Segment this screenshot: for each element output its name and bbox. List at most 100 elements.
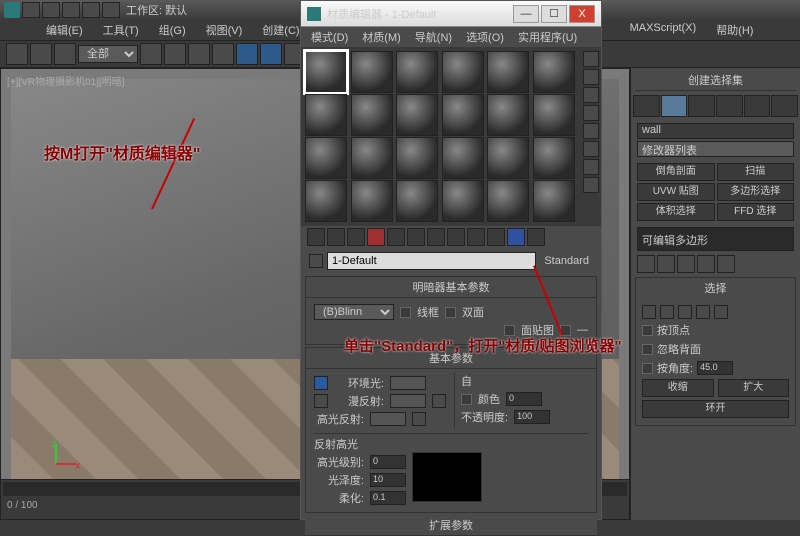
unique-button[interactable] [677,255,695,273]
open-button[interactable] [42,2,60,18]
shrink-button[interactable]: 收缩 [642,379,714,397]
modify-tab[interactable] [661,95,688,117]
specular-level-spinner[interactable]: 0 [370,455,406,469]
twosided-checkbox[interactable] [445,307,456,318]
material-slot[interactable] [533,180,575,222]
shader-combo[interactable]: (B)Blinn [314,304,394,320]
uv-tiling-icon[interactable] [583,105,599,121]
bind-button[interactable] [54,43,76,65]
menu-tools[interactable]: 工具(T) [97,20,145,40]
get-material-button[interactable] [307,228,325,246]
assign-button[interactable] [347,228,365,246]
rollout-selectionset[interactable]: 创建选择集 [635,70,796,91]
sub-poly-button[interactable]: 多边形选择 [717,183,795,201]
menu-views[interactable]: 视图(V) [200,20,249,40]
selection-filter-combo[interactable]: 全部 [78,45,138,63]
material-name-field[interactable] [327,252,536,270]
by-vertex-checkbox[interactable] [642,325,653,336]
mat-menu-navigation[interactable]: 导航(N) [411,29,456,45]
material-slot[interactable] [487,94,529,136]
so-element-icon[interactable] [714,305,728,319]
stack-item[interactable]: 可编辑多边形 [642,235,708,247]
lock-ambient-icon[interactable] [314,376,328,390]
material-slot[interactable] [533,137,575,179]
material-slot[interactable] [305,51,347,93]
material-slot[interactable] [396,180,438,222]
utilities-tab[interactable] [771,95,798,117]
effects-button[interactable] [447,228,465,246]
menu-group[interactable]: 组(G) [153,20,192,40]
ignore-back-checkbox[interactable] [642,344,653,355]
display-tab[interactable] [744,95,771,117]
facemap-checkbox[interactable] [504,325,515,336]
workspace-label[interactable]: 工作区: 默认 [126,2,187,18]
ring-button[interactable]: 环开 [642,400,789,418]
copy-button[interactable] [387,228,405,246]
mat-menu-modes[interactable]: 模式(D) [307,29,352,45]
material-slot[interactable] [396,94,438,136]
sub-ffd-button[interactable]: FFD 选择 [717,203,795,221]
background-icon[interactable] [583,87,599,103]
options-icon[interactable] [583,159,599,175]
selfillum-color-checkbox[interactable] [461,394,472,405]
menu-help[interactable]: 帮助(H) [710,20,759,40]
angle-spinner[interactable]: 45.0 [697,361,733,375]
remove-mod-button[interactable] [697,255,715,273]
glossiness-spinner[interactable]: 10 [370,473,406,487]
window-crossing-button[interactable] [212,43,234,65]
so-edge-icon[interactable] [660,305,674,319]
menu-create[interactable]: 创建(C) [256,20,305,40]
extended-rollout-header[interactable]: 扩展参数 [305,515,597,536]
wire-checkbox[interactable] [400,307,411,318]
show-end-button[interactable] [657,255,675,273]
minimize-button[interactable]: — [513,5,539,23]
video-check-icon[interactable] [583,123,599,139]
menu-edit[interactable]: 编辑(E) [40,20,89,40]
pin-stack-button[interactable] [637,255,655,273]
sub-element-button[interactable]: 体积选择 [637,203,715,221]
sample-type-icon[interactable] [583,51,599,67]
specular-color-swatch[interactable] [370,412,406,426]
put-to-scene-button[interactable] [327,228,345,246]
material-slot[interactable] [351,137,393,179]
diffuse-color-swatch[interactable] [390,394,426,408]
material-slot[interactable] [351,51,393,93]
modifier-stack[interactable]: 可编辑多边形 [637,227,794,251]
close-button[interactable]: X [569,5,595,23]
redo-button[interactable] [102,2,120,18]
sub-border-button[interactable]: UVW 贴图 [637,183,715,201]
specular-map-button[interactable] [412,412,426,426]
hierarchy-tab[interactable] [688,95,715,117]
so-poly-icon[interactable] [696,305,710,319]
material-slot[interactable] [305,94,347,136]
material-slot[interactable] [487,51,529,93]
select-by-mat-icon[interactable] [583,177,599,193]
new-button[interactable] [22,2,40,18]
material-slot[interactable] [533,51,575,93]
menu-maxscript[interactable]: MAXScript(X) [624,20,703,40]
maximize-button[interactable]: ☐ [541,5,567,23]
selection-rollout-header[interactable]: 选择 [636,278,795,298]
select-region-button[interactable] [188,43,210,65]
sub-edge-button[interactable]: 扫描 [717,163,795,181]
reset-button[interactable] [367,228,385,246]
rotate-button[interactable] [260,43,282,65]
put-lib-button[interactable] [427,228,445,246]
move-button[interactable] [236,43,258,65]
lock-diffuse-icon[interactable] [314,394,328,408]
material-slot[interactable] [351,180,393,222]
material-slot[interactable] [305,180,347,222]
create-tab[interactable] [633,95,660,117]
selfillum-spinner[interactable]: 0 [506,392,542,406]
material-slot[interactable] [533,94,575,136]
modifier-list-combo[interactable]: 修改器列表 [637,141,794,157]
material-slot[interactable] [442,180,484,222]
so-border-icon[interactable] [678,305,692,319]
so-vertex-icon[interactable] [642,305,656,319]
select-button[interactable] [140,43,162,65]
mat-menu-utilities[interactable]: 实用程序(U) [514,29,581,45]
sibling-button[interactable] [527,228,545,246]
material-type-button[interactable]: Standard [540,255,593,267]
show-end-button[interactable] [487,228,505,246]
material-slot[interactable] [396,137,438,179]
